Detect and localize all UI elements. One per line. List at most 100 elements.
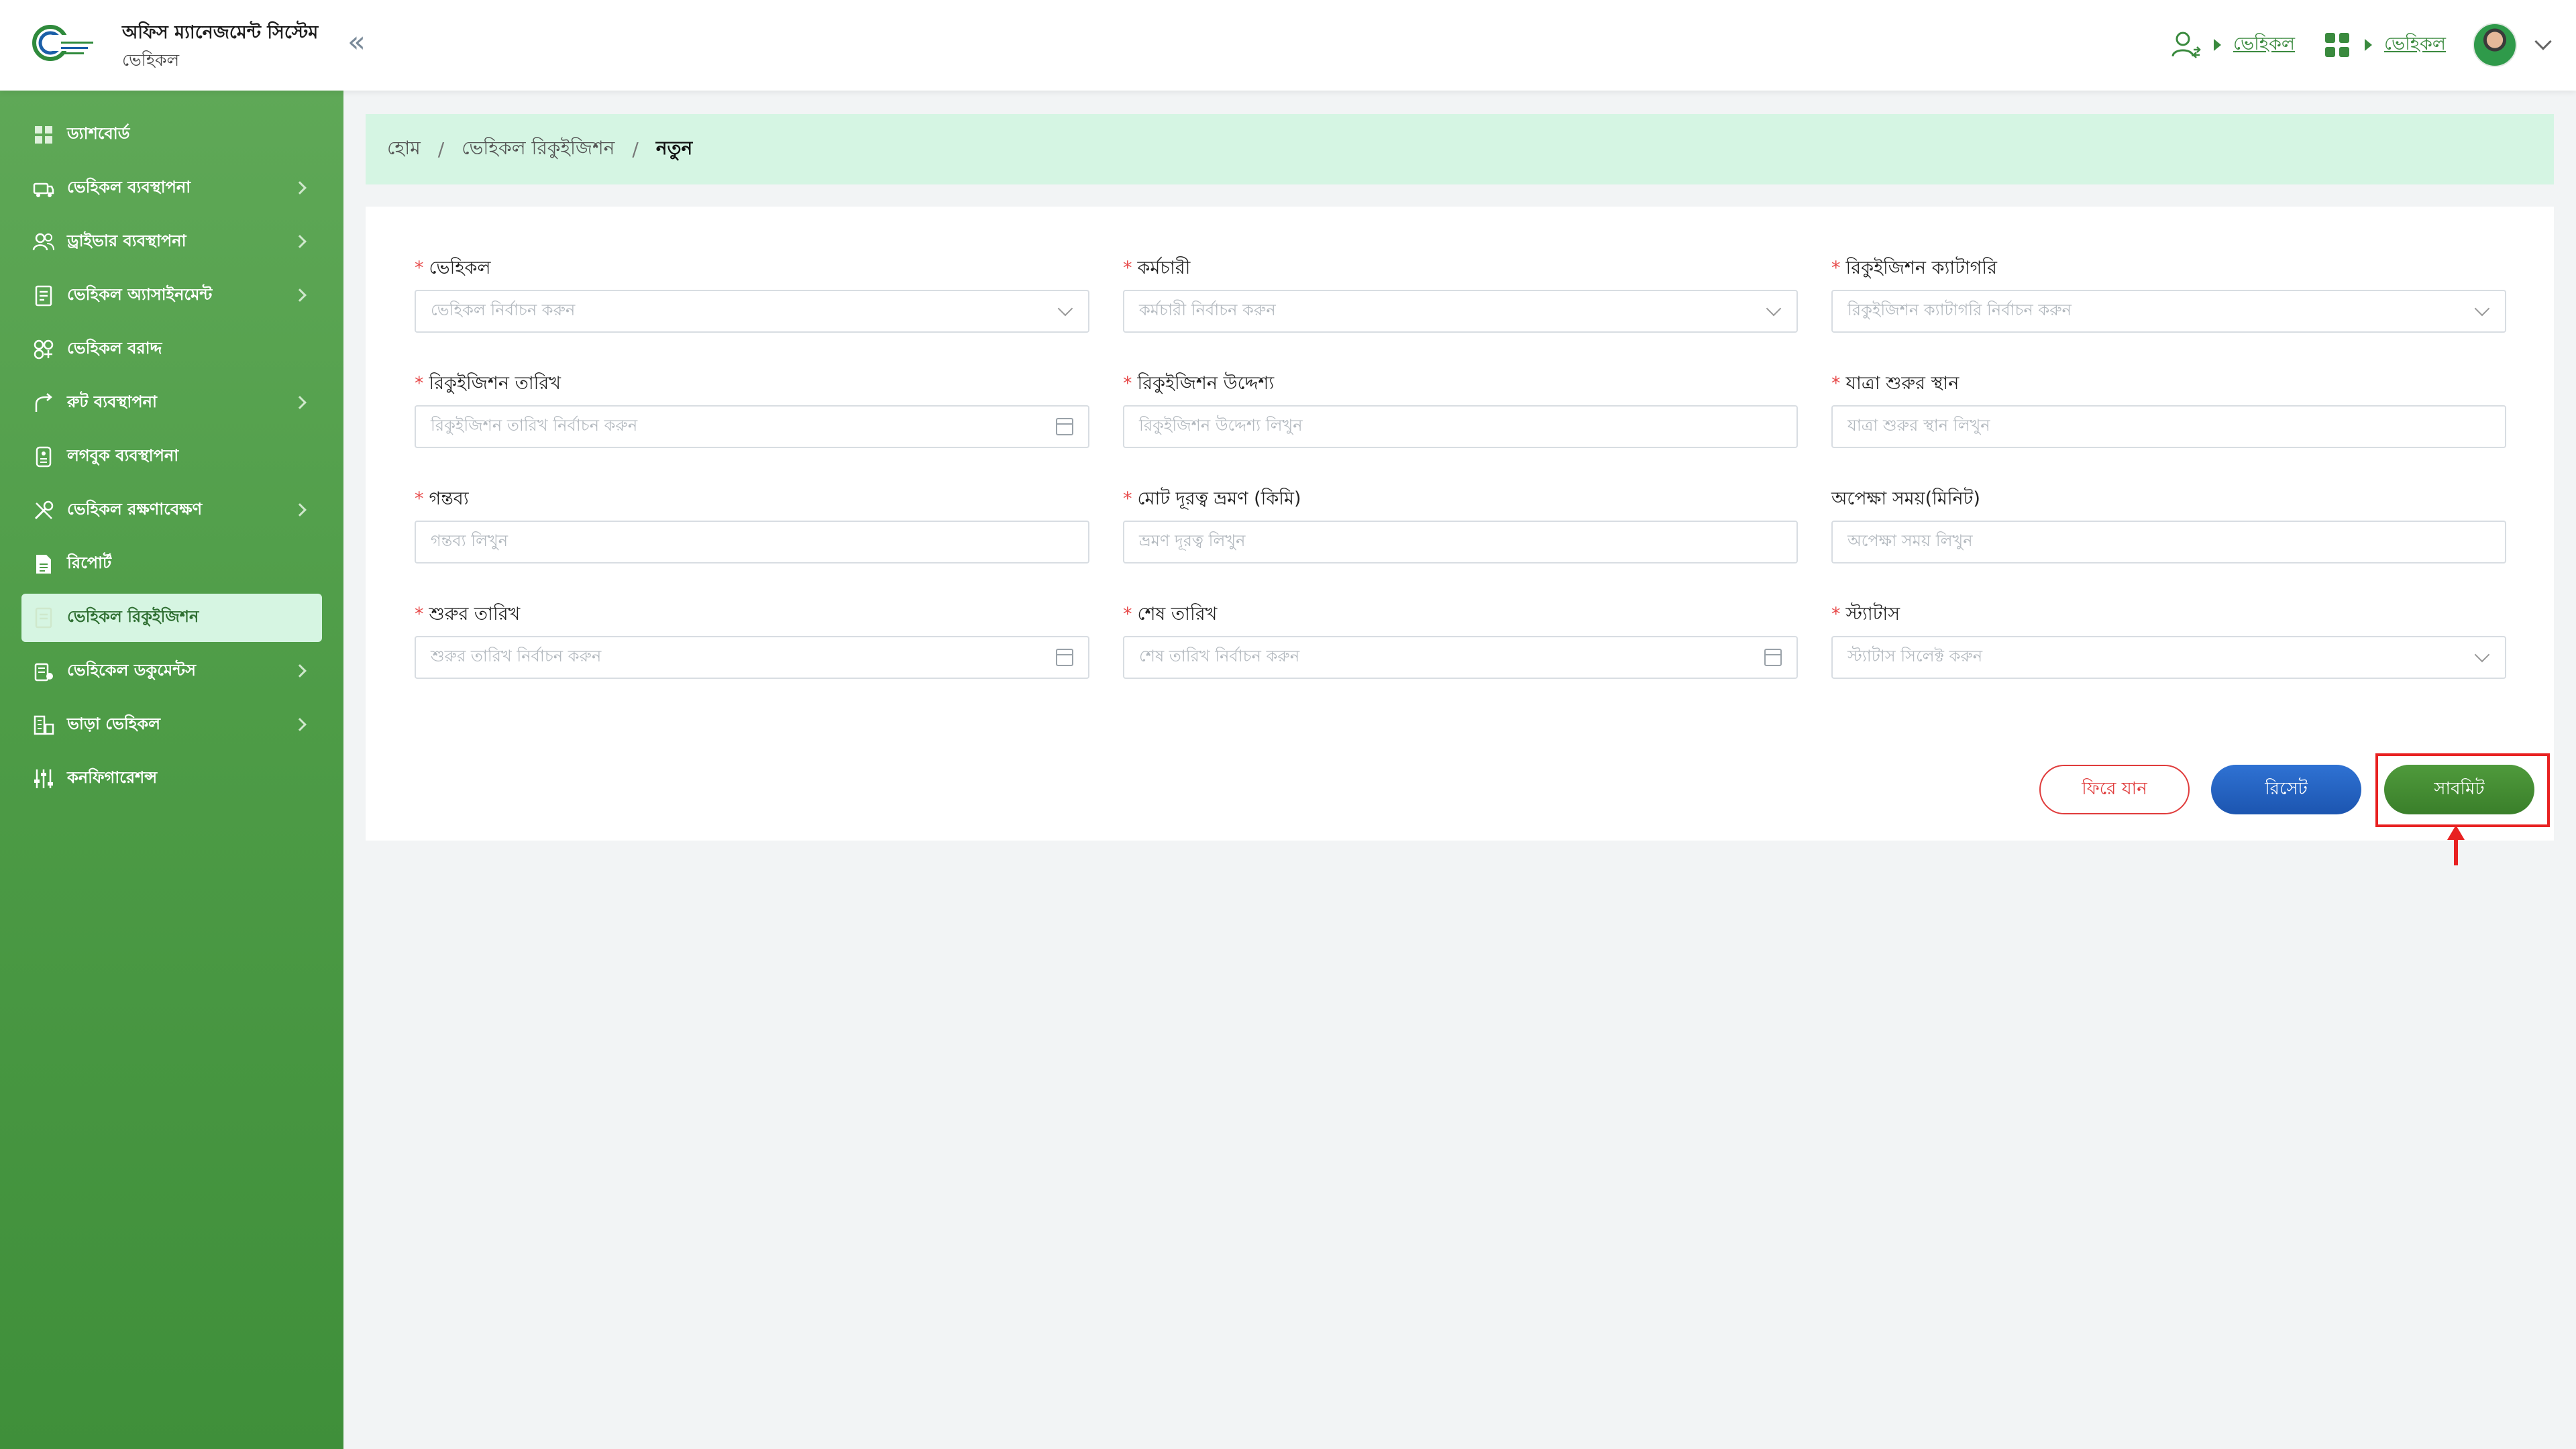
field-label: * শেষ তারিখ — [1123, 601, 1798, 628]
back-button[interactable]: ফিরে যান — [2039, 765, 2190, 814]
field-label-text: কর্মচারী — [1137, 258, 1191, 278]
sidebar-item-label: লগবুক ব্যবস্থাপনা — [67, 446, 179, 465]
text-input[interactable]: অপেক্ষা সময় লিখুন — [1831, 521, 2506, 564]
nav-arrow-icon — [2365, 39, 2372, 51]
sidebar-item-1[interactable]: ভেহিকল ব্যবস্থাপনা — [21, 164, 322, 213]
chevron-down-icon[interactable] — [2534, 33, 2552, 50]
sidebar-item-label: কনফিগারেশন্স — [67, 768, 158, 787]
field-label-text: গন্তব্য — [429, 488, 469, 509]
collapse-sidebar-button[interactable]: « — [347, 28, 376, 58]
date-input[interactable]: শুরুর তারিখ নির্বাচন করুন — [415, 636, 1089, 679]
chevron-right-icon — [293, 235, 307, 248]
date-input[interactable]: শেষ তারিখ নির্বাচন করুন — [1123, 636, 1798, 679]
required-mark: * — [415, 604, 424, 625]
user-switch-icon[interactable] — [2171, 30, 2202, 60]
date-input[interactable]: রিকুইজিশন তারিখ নির্বাচন করুন — [415, 405, 1089, 448]
sidebar-item-8[interactable]: রিপোর্ট — [21, 540, 322, 588]
vehicle-icon — [32, 177, 55, 200]
sidebar-item-9[interactable]: ভেহিকল রিকুইজিশন — [21, 594, 322, 642]
app-subtitle: ভেহিকল — [122, 50, 180, 70]
text-input[interactable]: রিকুইজিশন উদ্দেশ্য লিখুন — [1123, 405, 1798, 448]
field-label-text: রিকুইজিশন তারিখ — [429, 373, 561, 394]
chevron-down-icon — [2474, 301, 2490, 317]
required-mark: * — [1123, 373, 1132, 394]
field-label-text: রিকুইজিশন উদ্দেশ্য — [1137, 373, 1275, 394]
sidebar-item-6[interactable]: লগবুক ব্যবস্থাপনা — [21, 433, 322, 481]
chevron-down-icon — [1766, 301, 1782, 317]
chevron-right-icon — [293, 181, 307, 195]
field-label-text: মোট দূরত্ব ভ্রমণ (কিমি) — [1137, 488, 1301, 509]
field-label: * রিকুইজিশন তারিখ — [415, 370, 1089, 397]
placeholder-text: রিকুইজিশন ক্যাটাগরি নির্বাচন করুন — [1847, 301, 2072, 319]
placeholder-text: যাত্রা শুরুর স্থান লিখুন — [1847, 416, 1990, 435]
breadcrumb: হোম / ভেহিকল রিকুইজিশন / নতুন — [366, 114, 2554, 184]
form-field: * রিকুইজিশন উদ্দেশ্য রিকুইজিশন উদ্দেশ্য লি… — [1123, 370, 1798, 448]
calendar-icon — [1056, 418, 1073, 435]
placeholder-text: ভ্রমণ দূরত্ব লিখুন — [1139, 531, 1246, 550]
chevron-right-icon — [293, 664, 307, 678]
documents-icon — [32, 660, 55, 683]
logo — [32, 25, 93, 61]
required-mark: * — [1831, 604, 1841, 625]
chevron-down-icon — [2474, 647, 2490, 663]
field-label: * ভেহিকল — [415, 255, 1089, 282]
sidebar-item-5[interactable]: রুট ব্যবস্থাপনা — [21, 379, 322, 427]
assignment-icon — [32, 284, 55, 307]
text-input[interactable]: যাত্রা শুরুর স্থান লিখুন — [1831, 405, 2506, 448]
form-field: * গন্তব্য গন্তব্য লিখুন — [415, 486, 1089, 564]
field-label: * শুরুর তারিখ — [415, 601, 1089, 628]
reset-button[interactable]: রিসেট — [2211, 765, 2361, 814]
placeholder-text: গন্তব্য লিখুন — [431, 531, 508, 550]
field-label-text: ভেহিকল — [429, 258, 491, 278]
placeholder-text: কর্মচারী নির্বাচন করুন — [1139, 301, 1276, 319]
select-input[interactable]: ভেহিকল নির্বাচন করুন — [415, 290, 1089, 333]
drivers-icon — [32, 231, 55, 254]
field-label: * গন্তব্য — [415, 486, 1089, 513]
sidebar-item-7[interactable]: ভেহিকল রক্ষণাবেক্ষণ — [21, 486, 322, 535]
sidebar-item-label: ভাড়া ভেহিকল — [67, 714, 161, 733]
text-input[interactable]: গন্তব্য লিখুন — [415, 521, 1089, 564]
header-link-vehicle-2[interactable]: ভেহিকল — [2384, 30, 2446, 60]
placeholder-text: স্ট্যাটাস সিলেক্ট করুন — [1847, 647, 1983, 665]
chevron-right-icon — [293, 503, 307, 517]
sidebar-item-0[interactable]: ড্যাশবোর্ড — [21, 111, 322, 159]
header-link-vehicle-1[interactable]: ভেহিকল — [2233, 30, 2295, 60]
calendar-icon — [1056, 649, 1073, 666]
required-mark: * — [1831, 258, 1841, 278]
maintenance-icon — [32, 499, 55, 522]
report-icon — [32, 553, 55, 576]
required-mark: * — [415, 488, 424, 509]
placeholder-text: রিকুইজিশন তারিখ নির্বাচন করুন — [431, 416, 638, 435]
select-input[interactable]: কর্মচারী নির্বাচন করুন — [1123, 290, 1798, 333]
field-label-text: অপেক্ষা সময়(মিনিট) — [1831, 488, 1980, 509]
required-mark: * — [1831, 373, 1841, 394]
breadcrumb-parent[interactable]: ভেহিকল রিকুইজিশন — [462, 133, 614, 165]
sidebar-item-2[interactable]: ড্রাইভার ব্যবস্থাপনা — [21, 218, 322, 266]
form-field: * যাত্রা শুরুর স্থান যাত্রা শুরুর স্থান লি… — [1831, 370, 2506, 448]
apps-grid-icon[interactable] — [2322, 30, 2353, 60]
form-field: * ভেহিকল ভেহিকল নির্বাচন করুন — [415, 255, 1089, 333]
chevron-down-icon — [1057, 301, 1073, 317]
field-label-text: শুরুর তারিখ — [429, 604, 521, 625]
field-label: * কর্মচারী — [1123, 255, 1798, 282]
dashboard-icon — [32, 123, 55, 146]
avatar[interactable] — [2473, 23, 2517, 67]
sidebar-item-3[interactable]: ভেহিকল অ্যাসাইনমেন্ট — [21, 272, 322, 320]
sidebar-item-11[interactable]: ভাড়া ভেহিকল — [21, 701, 322, 749]
sidebar-item-10[interactable]: ভেহিকেল ডকুমেন্টস — [21, 647, 322, 696]
field-label-text: স্ট্যাটাস — [1845, 604, 1900, 625]
sidebar-item-4[interactable]: ভেহিকল বরাদ্দ — [21, 325, 322, 374]
select-input[interactable]: স্ট্যাটাস সিলেক্ট করুন — [1831, 636, 2506, 679]
sidebar-item-12[interactable]: কনফিগারেশন্স — [21, 755, 322, 803]
breadcrumb-home[interactable]: হোম — [387, 133, 421, 165]
select-input[interactable]: রিকুইজিশন ক্যাটাগরি নির্বাচন করুন — [1831, 290, 2506, 333]
nav-arrow-icon — [2214, 39, 2221, 51]
placeholder-text: শেষ তারিখ নির্বাচন করুন — [1139, 647, 1300, 665]
top-header: অফিস ম্যানেজমেন্ট সিস্টেম ভেহিকল « ভেহিক… — [0, 0, 2576, 91]
chevron-right-icon — [293, 288, 307, 302]
form-field: অপেক্ষা সময়(মিনিট) অপেক্ষা সময় লিখুন — [1831, 486, 2506, 564]
breadcrumb-current: নতুন — [655, 137, 693, 159]
up-arrow-icon — [2447, 825, 2465, 865]
sidebar-item-label: ভেহিকল অ্যাসাইনমেন্ট — [67, 285, 213, 304]
text-input[interactable]: ভ্রমণ দূরত্ব লিখুন — [1123, 521, 1798, 564]
